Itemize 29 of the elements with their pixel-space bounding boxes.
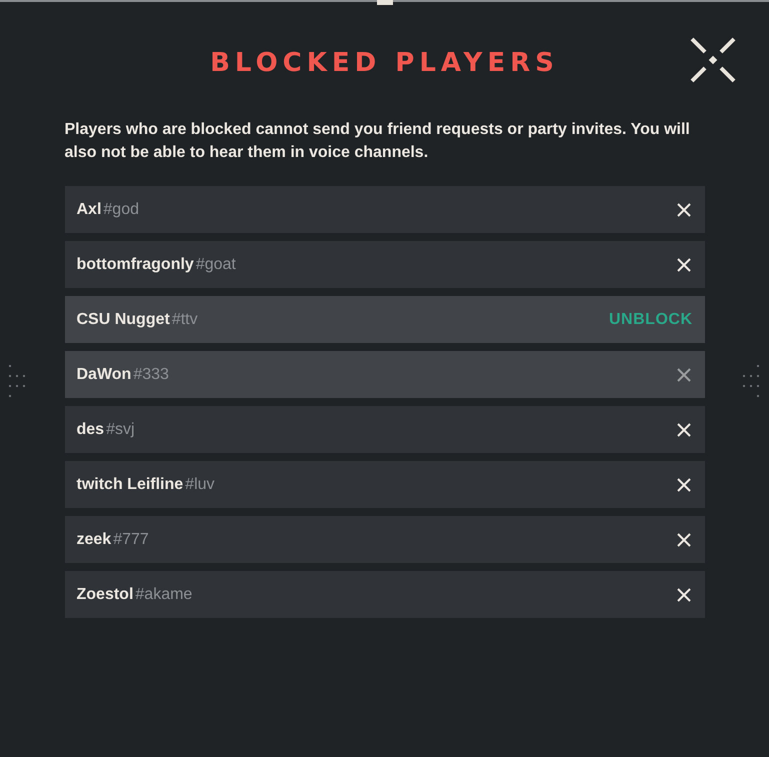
player-tag: #god: [103, 200, 139, 218]
player-tag: #333: [133, 366, 169, 382]
player-tag: #luv: [185, 476, 215, 492]
dots-icon: [742, 364, 762, 398]
top-handle: [377, 0, 393, 5]
player-name: Axl: [76, 200, 102, 218]
player-tag: #777: [113, 530, 149, 548]
player-tag: #svj: [106, 420, 135, 438]
player-name: zeek: [76, 530, 112, 548]
close-icon[interactable]: [674, 420, 692, 438]
player-tag: #goat: [196, 256, 236, 272]
player-name: bottomfragonly: [76, 256, 194, 272]
close-icon[interactable]: [674, 476, 692, 494]
player-tag: #akame: [135, 586, 192, 602]
close-icon[interactable]: [674, 586, 692, 604]
dots-icon: [8, 364, 28, 398]
player-name: Zoestol: [76, 586, 134, 602]
player-name: twitch Leifline: [76, 476, 184, 492]
close-button[interactable]: [688, 36, 736, 84]
player-name: des: [76, 420, 104, 438]
player-name: CSU Nugget: [76, 310, 170, 328]
close-icon[interactable]: [674, 256, 692, 274]
dialog-title: BLOCKED PLAYERS: [210, 48, 559, 78]
close-icon[interactable]: [674, 530, 692, 548]
player-tag: #ttv: [172, 310, 198, 328]
close-icon[interactable]: [674, 200, 692, 218]
description-text: Players who are blocked cannot send you friend requests or party invites. You will also not be able to hear them in voice channels.: [64, 120, 691, 163]
player-name: DaWon: [76, 366, 132, 382]
unblock-button[interactable]: UNBLOCK: [609, 310, 692, 328]
